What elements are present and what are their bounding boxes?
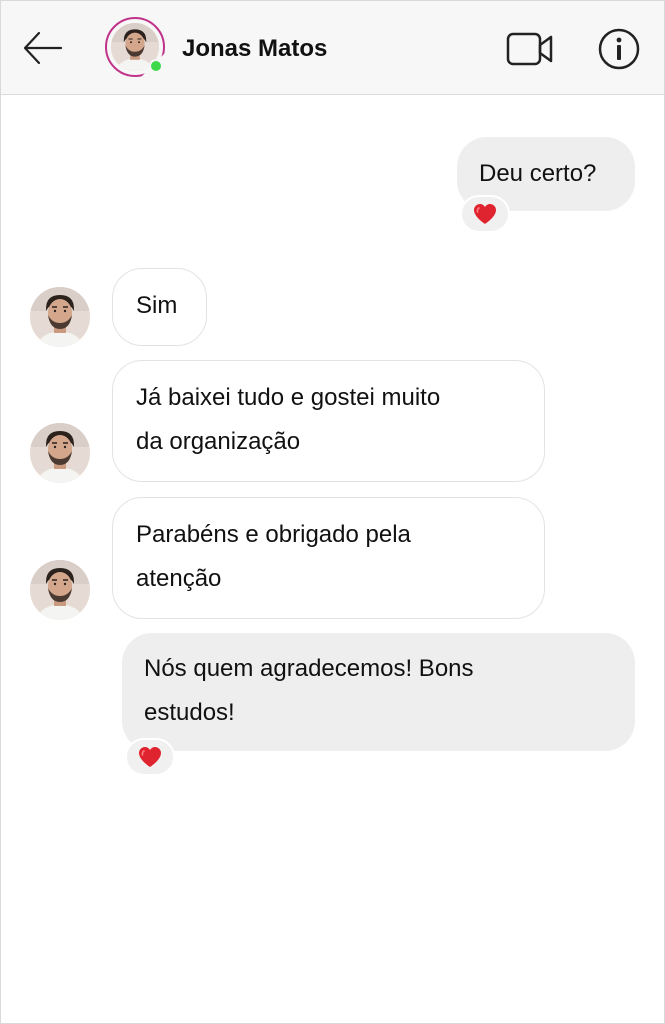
online-status-dot (149, 59, 163, 73)
arrow-left-icon (23, 31, 63, 65)
message-text-line: atenção (136, 565, 222, 592)
video-call-button[interactable] (505, 29, 555, 69)
chat-header: Jonas Matos (1, 1, 664, 95)
video-camera-icon (506, 32, 553, 66)
heart-icon (138, 746, 162, 768)
message-bubble-outgoing[interactable]: Nós quem agradecemos! Bons estudos! (122, 633, 635, 751)
message-text: Sim (136, 292, 178, 319)
heart-reaction[interactable] (460, 195, 510, 233)
contact-name[interactable]: Jonas Matos (182, 34, 327, 64)
message-bubble-incoming[interactable]: Parabéns e obrigado pela atenção (112, 497, 545, 619)
sender-avatar[interactable] (30, 287, 90, 347)
heart-reaction[interactable] (125, 738, 175, 776)
sender-avatar[interactable] (30, 423, 90, 483)
back-button[interactable] (21, 28, 65, 68)
message-bubble-incoming[interactable]: Já baixei tudo e gostei muito da organiz… (112, 360, 545, 482)
contact-avatar-with-story-ring[interactable] (105, 17, 165, 77)
heart-icon (473, 203, 497, 225)
message-text-line: Parabéns e obrigado pela (136, 521, 411, 548)
message-text: Deu certo? (479, 160, 597, 187)
chat-window: Jonas Matos Deu certo? Sim Já baixei tud… (0, 0, 665, 1024)
message-text-line: estudos! (144, 699, 235, 726)
message-bubble-incoming[interactable]: Sim (112, 268, 207, 346)
message-text-line: Já baixei tudo e gostei muito (136, 384, 441, 411)
message-text-line: da organização (136, 428, 301, 455)
info-button[interactable] (597, 27, 641, 71)
sender-avatar[interactable] (30, 560, 90, 620)
info-icon (598, 28, 640, 70)
message-text-line: Nós quem agradecemos! Bons (144, 655, 474, 682)
